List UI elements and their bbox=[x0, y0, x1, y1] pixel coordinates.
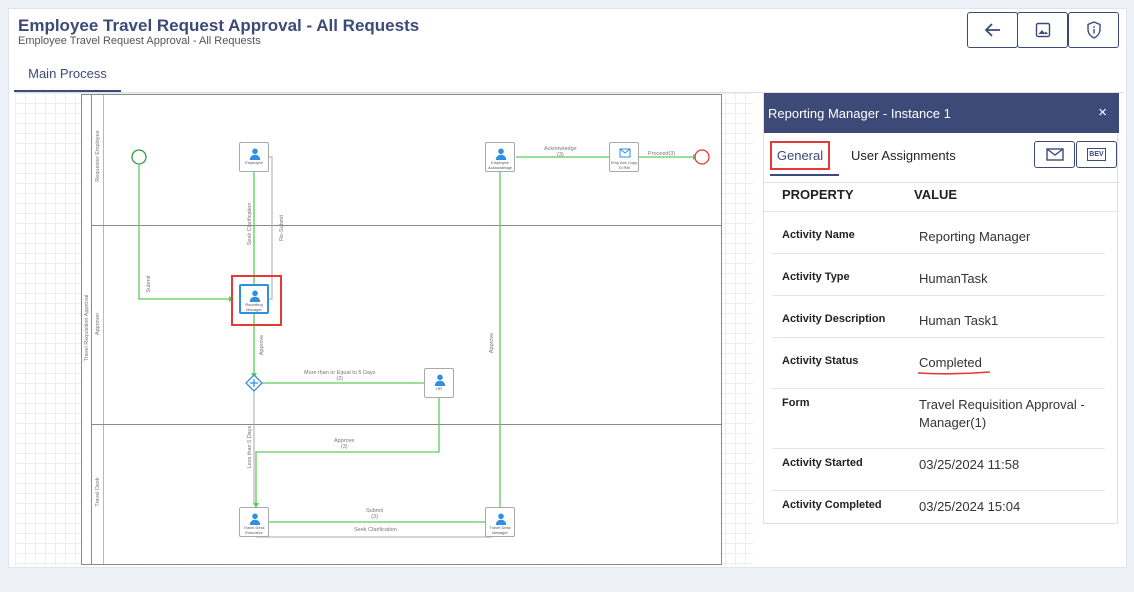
close-icon[interactable]: × bbox=[1098, 104, 1107, 121]
flow-label-proceed: Proceed(3) bbox=[648, 151, 676, 157]
user-task-icon bbox=[495, 148, 507, 160]
flow-label-re-submit: Re-Submit bbox=[279, 215, 285, 241]
column-header-property: PROPERTY bbox=[782, 187, 854, 202]
mail-icon bbox=[1045, 148, 1064, 161]
task-emp-ack-copy[interactable]: Emp Ack Copy To RM bbox=[609, 142, 639, 172]
user-task-icon bbox=[249, 513, 261, 525]
panel-header: Reporting Manager - Instance 1 × bbox=[764, 93, 1119, 133]
exclusive-gateway bbox=[245, 374, 263, 392]
property-activity-name: Activity Name bbox=[782, 229, 855, 241]
shield-info-icon bbox=[1086, 21, 1101, 39]
status-underline-mark bbox=[917, 371, 991, 375]
back-arrow-icon bbox=[984, 23, 1000, 37]
property-activity-description: Activity Description bbox=[782, 313, 886, 325]
flow-label-seek-clarification: Seek Clarification bbox=[247, 202, 253, 246]
property-activity-started: Activity Started bbox=[782, 457, 863, 469]
page-subtitle: Employee Travel Request Approval - All R… bbox=[18, 35, 261, 47]
user-task-icon bbox=[434, 374, 446, 386]
bev-button[interactable]: BEV bbox=[1076, 141, 1117, 168]
user-task-icon bbox=[249, 148, 261, 160]
flow-label-less-days: Less than 5 Days bbox=[247, 425, 253, 469]
bpmn-pool: Travel Requisition Approval Requester Em… bbox=[81, 94, 722, 565]
image-icon bbox=[1035, 22, 1050, 38]
tab-user-assignments[interactable]: User Assignments bbox=[851, 148, 956, 163]
task-label: Travel Desk Manager bbox=[489, 525, 511, 535]
property-form: Form bbox=[782, 397, 810, 409]
task-travel-desk-manager[interactable]: Travel Desk Manager bbox=[485, 507, 515, 537]
instance-details-panel: Reporting Manager - Instance 1 × General… bbox=[763, 92, 1119, 524]
end-event bbox=[694, 149, 710, 165]
send-mail-icon bbox=[619, 148, 631, 158]
tab-main-process[interactable]: Main Process bbox=[14, 57, 121, 92]
value-form: Travel Requisition Approval - Manager(1) bbox=[919, 397, 1085, 430]
process-canvas[interactable]: Travel Requisition Approval Requester Em… bbox=[15, 93, 753, 566]
value-activity-started: 03/25/2024 11:58 bbox=[919, 457, 1020, 472]
property-activity-status: Activity Status bbox=[782, 355, 859, 367]
user-task-icon bbox=[495, 513, 507, 525]
flow-label-approve-right: Approve bbox=[489, 332, 495, 354]
flow-label-submit-bottom: Submit (3) bbox=[366, 508, 384, 520]
page-title: Employee Travel Request Approval - All R… bbox=[18, 16, 420, 35]
task-employee[interactable]: Employee bbox=[239, 142, 269, 172]
selected-task-highlight bbox=[231, 275, 282, 326]
task-label: HR bbox=[436, 386, 442, 391]
email-button[interactable] bbox=[1034, 141, 1075, 168]
value-activity-description: Human Task1 bbox=[919, 313, 999, 328]
property-activity-type: Activity Type bbox=[782, 271, 850, 283]
tab-active-indicator bbox=[770, 174, 839, 176]
tab-general[interactable]: General bbox=[770, 141, 830, 170]
value-activity-completed: 03/25/2024 15:04 bbox=[919, 499, 1021, 514]
property-activity-completed: Activity Completed bbox=[782, 499, 882, 511]
back-button[interactable] bbox=[967, 12, 1018, 48]
start-event bbox=[131, 149, 147, 165]
task-label: Travel Desk Executive bbox=[243, 525, 265, 535]
app-frame: Employee Travel Request Approval - All R… bbox=[8, 8, 1127, 568]
task-hr[interactable]: HR bbox=[424, 368, 454, 398]
task-label: Employee Acknowledge bbox=[488, 160, 512, 170]
flow-label-approve-hr: Approve (3) bbox=[334, 438, 355, 450]
flow-label-seek-clar-bottom: Seek Clarification bbox=[354, 527, 397, 533]
task-travel-desk-executive[interactable]: Travel Desk Executive bbox=[239, 507, 269, 537]
value-activity-name: Reporting Manager bbox=[919, 229, 1031, 244]
value-activity-type: HumanTask bbox=[919, 271, 988, 286]
task-label: Emp Ack Copy To RM bbox=[610, 160, 638, 170]
info-shield-button[interactable] bbox=[1068, 12, 1119, 48]
flow-label-approve-rm: Approve bbox=[259, 334, 265, 356]
flow-label-acknowledge: Acknowledge (3) bbox=[544, 146, 577, 158]
flow-label-more-days: More than or Equal to 5 Days (2) bbox=[304, 370, 376, 382]
task-label: Employee bbox=[245, 160, 263, 165]
bev-icon: BEV bbox=[1087, 148, 1106, 161]
column-header-value: VALUE bbox=[914, 187, 958, 202]
export-image-button[interactable] bbox=[1017, 12, 1068, 48]
panel-title: Reporting Manager - Instance 1 bbox=[768, 105, 951, 121]
task-employee-acknowledge[interactable]: Employee Acknowledge bbox=[485, 142, 515, 172]
flow-label-submit-left: Submit bbox=[146, 275, 152, 293]
